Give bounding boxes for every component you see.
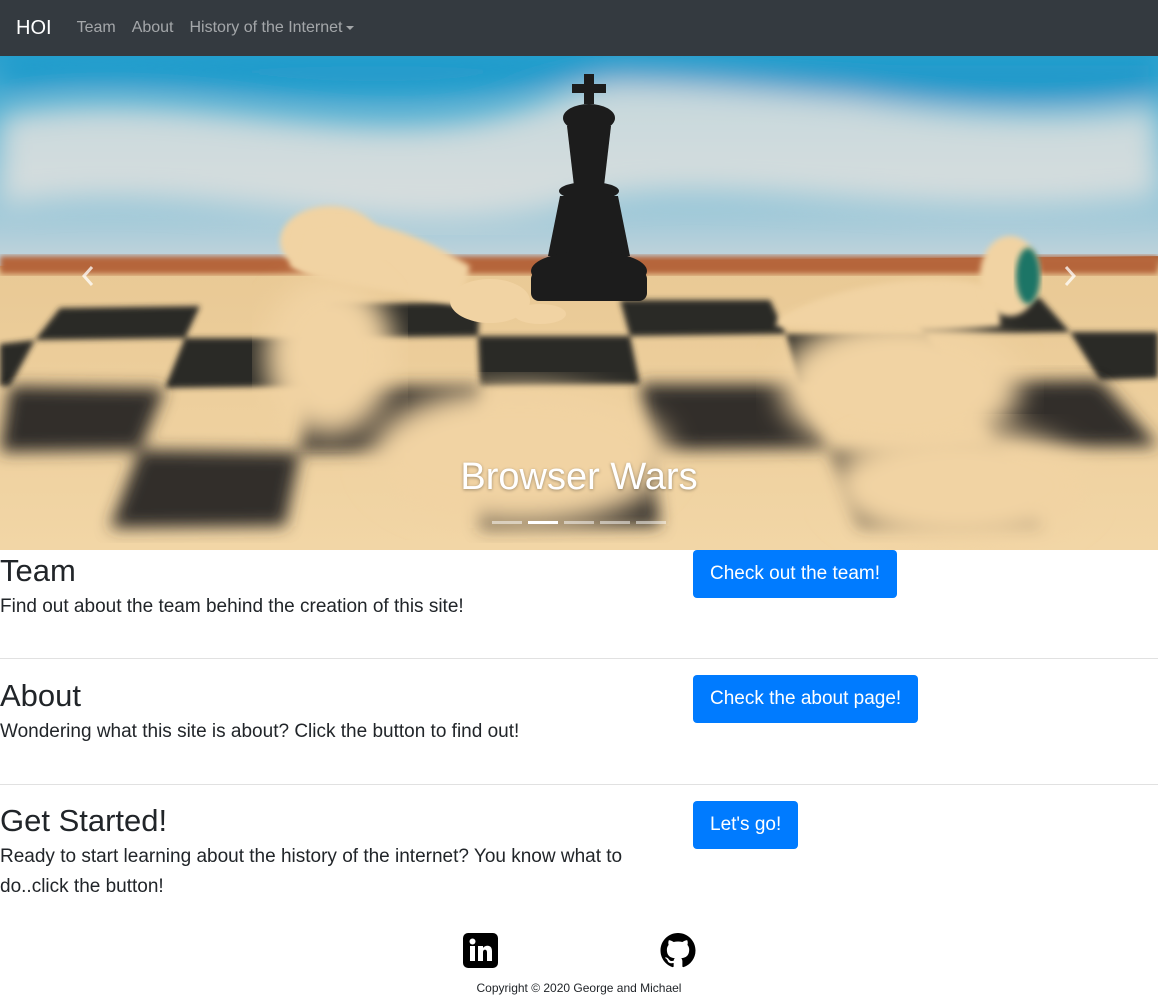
carousel-indicator[interactable]	[600, 521, 630, 524]
check-team-button[interactable]: Check out the team!	[693, 550, 898, 598]
get-started-description: Ready to start learning about the histor…	[0, 846, 623, 897]
nav-link-team[interactable]: Team	[77, 19, 116, 37]
lets-go-button[interactable]: Let's go!	[693, 801, 799, 849]
carousel-prev-button[interactable]	[68, 256, 108, 296]
team-heading: Team	[0, 553, 76, 588]
chevron-right-icon	[1064, 266, 1077, 286]
team-section: Team Find out about the team behind the …	[0, 550, 1158, 622]
section-divider	[0, 784, 1158, 785]
nav-dropdown-history[interactable]: History of the Internet	[190, 19, 355, 37]
team-description: Find out about the team behind the creat…	[0, 596, 464, 617]
section-divider	[0, 658, 1158, 659]
carousel-indicator[interactable]	[528, 521, 558, 524]
chevron-left-icon	[81, 266, 94, 286]
carousel-indicator[interactable]	[564, 521, 594, 524]
get-started-section: Get Started! Ready to start learning abo…	[0, 801, 1158, 902]
carousel-indicators	[492, 521, 672, 524]
about-section: About Wondering what this site is about?…	[0, 675, 1158, 747]
linkedin-icon[interactable]	[463, 933, 498, 973]
nav-dropdown-label: History of the Internet	[189, 19, 343, 36]
get-started-heading: Get Started!	[0, 803, 168, 838]
carousel-caption: Browser Wars	[460, 456, 698, 498]
nav-link-about[interactable]: About	[132, 19, 174, 37]
navbar-brand[interactable]: HOI	[16, 17, 52, 40]
hero-carousel: Browser Wars	[0, 56, 1158, 550]
carousel-indicator[interactable]	[636, 521, 666, 524]
navbar: HOI Team About History of the Internet	[0, 0, 1158, 56]
chevron-down-icon	[346, 26, 355, 30]
about-heading: About	[0, 678, 82, 713]
check-about-button[interactable]: Check the about page!	[693, 675, 919, 723]
about-description: Wondering what this site is about? Click…	[0, 721, 520, 742]
copyright-text: Copyright © 2020 George and Michael	[476, 981, 682, 995]
github-icon[interactable]	[660, 933, 696, 973]
carousel-indicator[interactable]	[492, 521, 522, 524]
carousel-next-button[interactable]	[1050, 256, 1090, 296]
